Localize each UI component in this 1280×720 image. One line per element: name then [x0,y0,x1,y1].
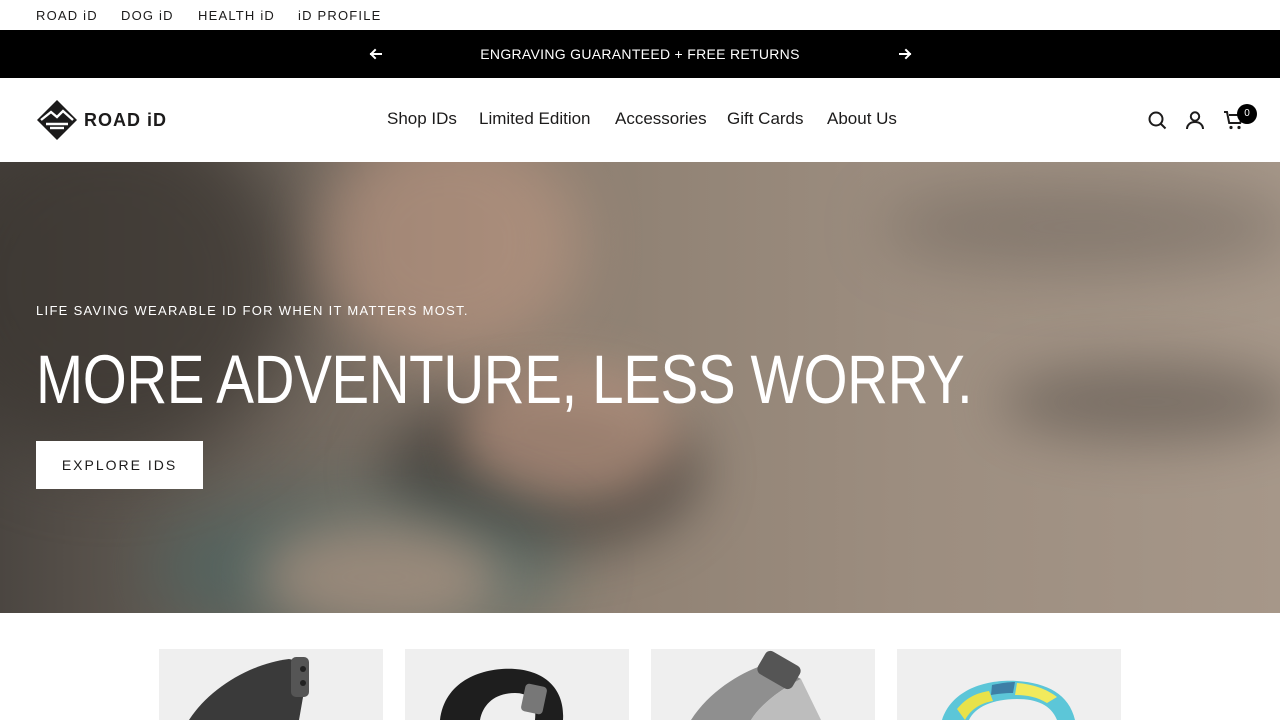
product-grid [0,613,1280,720]
nav-shop-ids[interactable]: Shop IDs [387,109,457,129]
brand-link-health-id[interactable]: HEALTH iD [198,8,275,23]
explore-ids-button[interactable]: EXPLORE IDS [36,441,203,489]
brand-link-road-id[interactable]: ROAD iD [36,8,98,23]
announcement-bar: ENGRAVING GUARANTEED + FREE RETURNS [0,30,1280,78]
product-image-sport-band [440,668,564,720]
product-card[interactable] [159,649,383,720]
nav-gift-cards[interactable]: Gift Cards [727,109,804,129]
brand-link-dog-id[interactable]: DOG iD [121,8,174,23]
product-card[interactable] [405,649,629,720]
hero-title: MORE ADVENTURE, LESS WORRY. [36,341,973,418]
product-card[interactable] [651,649,875,720]
account-icon[interactable] [1183,108,1207,132]
hero-banner: LIFE SAVING WEARABLE ID FOR WHEN IT MATT… [0,162,1280,613]
product-image-watch-band [189,657,309,720]
search-icon[interactable] [1145,108,1169,132]
nav-about-us[interactable]: About Us [827,109,897,129]
logo-mark-icon [37,100,77,140]
brand-bar: ROAD iD DOG iD HEALTH iD iD PROFILE [0,0,1280,30]
brand-link-id-profile[interactable]: iD PROFILE [298,8,382,23]
product-image-woven-band [691,650,821,720]
product-image-camo-band [942,680,1075,720]
hero-tagline: LIFE SAVING WEARABLE ID FOR WHEN IT MATT… [36,303,469,318]
nav-accessories[interactable]: Accessories [615,109,707,129]
cart-count-badge: 0 [1237,104,1257,124]
site-header: ROAD iD Shop IDs Limited Edition Accesso… [0,78,1280,162]
logo-text: ROAD iD [84,110,167,130]
announcement-message: ENGRAVING GUARANTEED + FREE RETURNS [480,46,800,62]
nav-limited-edition[interactable]: Limited Edition [479,109,591,129]
arrow-right-icon[interactable] [895,44,915,64]
product-card[interactable] [897,649,1121,720]
